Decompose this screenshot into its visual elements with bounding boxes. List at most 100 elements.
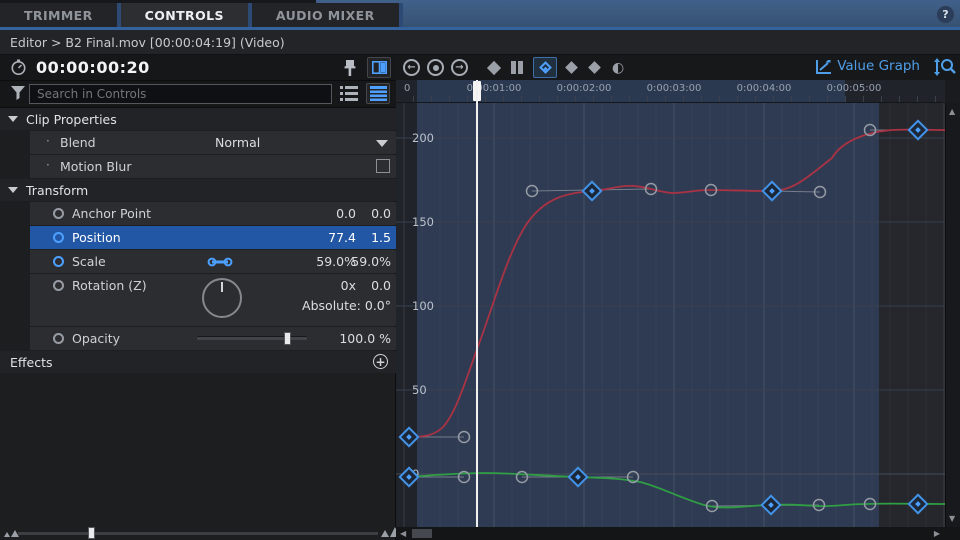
timeline-zoom-bar [0,524,396,540]
smooth-keyframe-icon [539,61,552,74]
ruler-label-5s: 0:00:05:00 [827,83,882,94]
group-header-transform[interactable]: Transform [0,179,396,201]
stopwatch-toggle[interactable] [53,232,64,243]
pin-icon[interactable] [343,59,357,77]
search-row [0,81,396,108]
scroll-right-icon[interactable]: ▶ [934,529,940,538]
stopwatch-toggle[interactable] [53,208,64,219]
opacity-slider-track[interactable] [197,336,307,340]
property-label: Opacity [72,331,120,346]
scroll-down-icon[interactable]: ▼ [949,514,955,523]
value-x[interactable]: 77.4 [328,230,356,245]
interpolation-bezier-icon[interactable] [588,61,601,74]
split-panel-icon [372,61,387,74]
value-x[interactable]: 59.0% [316,254,356,269]
property-row-scale[interactable]: Scale 59.0%59.0% [30,250,396,273]
zoom-slider-track[interactable] [18,532,378,535]
stopwatch-toggle[interactable] [53,333,64,344]
interpolation-constant-icon[interactable] [487,60,501,74]
interpolation-linear-icon[interactable] [565,61,578,74]
dropdown-caret-icon[interactable] [376,140,388,147]
previous-keyframe-button[interactable]: ← [403,59,420,76]
ruler-label-4s: 0:00:04:00 [737,83,792,94]
controls-panel: 00:00:00:20 [0,55,396,540]
tab-trimmer[interactable]: TRIMMER [0,3,121,28]
group-header-label: Clip Properties [26,112,117,127]
ruler-label-2s: 0:00:02:00 [557,83,612,94]
value-x[interactable]: 0.0 [336,206,356,221]
stopwatch-icon [10,59,27,76]
breadcrumb: Editor > B2 Final.mov [00:00:04:19] (Vid… [0,35,285,50]
filter-funnel-icon[interactable] [11,86,25,100]
search-input[interactable] [30,85,331,103]
breadcrumb-bar: Editor > B2 Final.mov [00:00:04:19] (Vid… [0,30,960,55]
group-header-clip-properties[interactable]: Clip Properties [0,108,396,130]
opacity-value[interactable]: 100.0 % [339,331,391,346]
stopwatch-toggle[interactable] [53,280,64,291]
collapse-arrow-icon[interactable] [8,116,18,122]
toggle-keyframe-button[interactable] [427,59,444,76]
graph-toolbar: ← → ◐ Value Graph [396,55,960,80]
zoom-out-icon[interactable] [4,530,19,537]
interpolation-hold-icon[interactable] [511,61,523,74]
timecode-row: 00:00:00:20 [0,55,396,81]
ruler-corner [945,80,960,103]
detailed-list-view-icon [370,86,387,101]
property-label: Scale [72,254,106,269]
link-dimensions-icon[interactable] [207,257,233,267]
y-axis-label-150: 150 [412,215,434,229]
property-label: Rotation (Z) [72,278,147,293]
checkbox[interactable] [376,159,390,173]
property-label: Motion Blur [60,159,131,174]
value-graph-plot: 200150100500 [396,103,945,527]
property-row-opacity[interactable]: Opacity 100.0 % [30,327,396,350]
dropdown-value[interactable]: Normal [215,135,260,150]
interpolation-ease-icon[interactable]: ◐ [612,61,624,75]
simple-list-view-icon[interactable] [340,86,358,101]
add-effect-button[interactable]: + [373,354,388,369]
plot-left-gutter [396,103,417,527]
clip-duration-region [417,103,879,527]
value-graph-label: Value Graph [837,58,920,74]
tab-bar-blue-area [316,0,960,30]
property-tree: Clip Properties·BlendNormal·Motion BlurT… [0,108,396,374]
horizontal-scrollbar-thumb[interactable] [412,529,432,538]
property-row-rotation-z[interactable]: Rotation (Z)0x0.0Absolute: 0.0° [30,274,396,326]
rotation-turns[interactable]: 0x [341,278,356,293]
tab-controls[interactable]: CONTROLS [121,3,252,28]
stopwatch-toggle[interactable] [53,256,64,267]
zoom-slider-handle[interactable] [88,527,95,539]
vertical-scrollbar[interactable]: ▲ ▼ [945,103,960,527]
scroll-left-icon[interactable]: ◀ [400,529,406,538]
scroll-up-icon[interactable]: ▲ [949,107,955,116]
group-header-effects[interactable]: Effects+ [0,351,396,373]
horizontal-scrollbar[interactable]: ◀ ▶ [396,527,960,540]
y-axis-label-200: 200 [412,131,434,145]
plot-right-area [879,103,945,527]
next-keyframe-button[interactable]: → [451,59,468,76]
value-y[interactable]: 59.0% [351,254,391,269]
interpolation-smooth-button-active[interactable] [533,57,557,78]
app-window: TRIMMERCONTROLSAUDIO MIXER ? Editor > B2… [0,0,960,540]
detailed-list-view-toggle[interactable] [366,83,390,104]
tab-audio-mixer[interactable]: AUDIO MIXER [252,3,403,28]
rotation-dial[interactable] [202,278,242,318]
property-row-blend[interactable]: ·BlendNormal [30,131,396,154]
bullet-dot: · [46,134,50,148]
value-graph-svg: 200150100500 [396,103,945,527]
zoom-to-fit-button[interactable] [934,58,956,79]
playhead-line[interactable] [476,80,478,527]
value-y[interactable]: 0.0 [371,206,391,221]
property-row-position[interactable]: Position77.41.5 [30,226,396,249]
property-row-motion-blur[interactable]: ·Motion Blur [30,155,396,178]
help-icon[interactable]: ? [937,6,954,23]
ruler-label-3s: 0:00:03:00 [647,83,702,94]
rotation-degrees[interactable]: 0.0 [371,278,391,293]
collapse-arrow-icon[interactable] [8,187,18,193]
opacity-slider-handle[interactable] [284,332,291,345]
property-row-anchor-point[interactable]: Anchor Point0.00.0 [30,202,396,225]
current-timecode[interactable]: 00:00:00:20 [36,58,150,77]
value-y[interactable]: 1.5 [371,230,391,245]
value-graph-button[interactable]: Value Graph [816,58,920,74]
split-view-toggle[interactable] [367,57,391,78]
